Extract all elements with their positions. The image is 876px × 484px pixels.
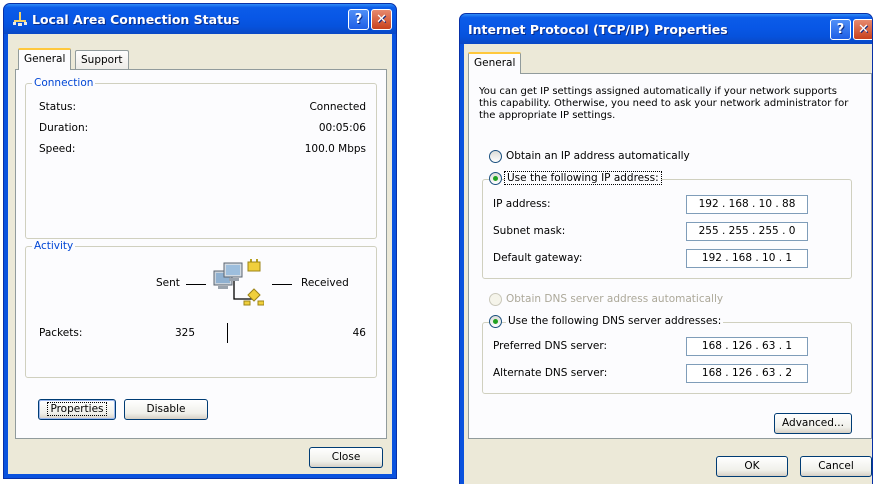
help-icon[interactable]: ?: [830, 19, 851, 40]
sent-label: Sent: [156, 277, 180, 289]
network-connection-icon: [12, 11, 28, 27]
general-tab-panel: You can get IP settings assigned automat…: [468, 73, 872, 439]
description-text: You can get IP settings assigned automat…: [479, 86, 849, 121]
default-gateway-label: Default gateway:: [493, 252, 583, 264]
received-label: Received: [301, 277, 349, 289]
tab-general[interactable]: General: [18, 48, 72, 70]
close-icon[interactable]: ✕: [853, 19, 872, 40]
close-icon[interactable]: ✕: [371, 9, 392, 30]
properties-button[interactable]: Properties: [38, 399, 116, 420]
disable-button[interactable]: Disable: [124, 399, 208, 420]
cancel-button[interactable]: Cancel: [800, 456, 872, 477]
activity-group: Activity Sent Received Packets: 325 46: [25, 240, 377, 378]
preferred-dns-field[interactable]: 168 . 126 . 63 . 1: [686, 337, 808, 356]
preferred-dns-label: Preferred DNS server:: [493, 340, 608, 352]
duration-label: Duration:: [39, 122, 89, 134]
alternate-dns-field[interactable]: 168 . 126 . 63 . 2: [686, 364, 808, 383]
use-dns-radio[interactable]: [489, 315, 502, 328]
properties-button-label: Properties: [47, 402, 107, 416]
window-title: Local Area Connection Status: [32, 12, 240, 27]
general-tab-panel: Connection Status: Connected Duration: 0…: [15, 69, 387, 439]
duration-value: 00:05:06: [318, 122, 366, 134]
connection-group-title: Connection: [32, 77, 96, 89]
sent-line: [186, 284, 206, 285]
advanced-button[interactable]: Advanced...: [774, 413, 852, 434]
status-titlebar[interactable]: Local Area Connection Status ? ✕: [4, 4, 396, 34]
default-gateway-field[interactable]: 192 . 168 . 10 . 1: [686, 249, 808, 268]
window-title: Internet Protocol (TCP/IP) Properties: [468, 22, 728, 37]
use-dns-label[interactable]: Use the following DNS server addresses:: [506, 315, 724, 327]
obtain-ip-label[interactable]: Obtain an IP address automatically: [506, 150, 690, 162]
packets-label: Packets:: [39, 327, 83, 339]
tab-support[interactable]: Support: [75, 50, 129, 70]
tcpip-titlebar[interactable]: Internet Protocol (TCP/IP) Properties ? …: [460, 14, 872, 44]
tab-general[interactable]: General: [468, 52, 522, 74]
activity-group-title: Activity: [32, 240, 76, 252]
speed-value: 100.0 Mbps: [304, 143, 366, 155]
obtain-dns-radio[interactable]: [489, 293, 502, 306]
received-line: [272, 284, 292, 285]
packets-sent-value: 325: [174, 327, 195, 339]
use-ip-label[interactable]: Use the following IP address:: [504, 171, 662, 185]
network-activity-icon: [210, 255, 265, 311]
tcpip-window: Internet Protocol (TCP/IP) Properties ? …: [459, 13, 873, 484]
status-label: Status:: [39, 101, 76, 113]
dns-group: [482, 322, 852, 394]
status-client-area: General Support Connection Status: Conne…: [8, 34, 392, 474]
obtain-dns-label[interactable]: Obtain DNS server address automatically: [506, 293, 723, 305]
help-icon[interactable]: ?: [348, 9, 369, 30]
ip-address-label: IP address:: [493, 198, 551, 210]
status-value: Connected: [309, 101, 366, 113]
status-window: Local Area Connection Status ? ✕ General…: [3, 3, 397, 479]
subnet-mask-field[interactable]: 255 . 255 . 255 . 0: [686, 222, 808, 241]
packets-received-value: 46: [352, 327, 366, 339]
obtain-ip-radio[interactable]: [489, 150, 502, 163]
ok-button[interactable]: OK: [716, 456, 788, 477]
speed-label: Speed:: [39, 143, 76, 155]
ip-address-field[interactable]: 192 . 168 . 10 . 88: [686, 195, 808, 214]
close-button[interactable]: Close: [309, 447, 383, 468]
subnet-mask-label: Subnet mask:: [493, 225, 566, 237]
packets-divider: [227, 323, 228, 343]
alternate-dns-label: Alternate DNS server:: [493, 367, 608, 379]
connection-group: Connection Status: Connected Duration: 0…: [25, 77, 377, 239]
use-ip-radio[interactable]: [489, 172, 502, 185]
tcpip-client-area: General You can get IP settings assigned…: [464, 44, 872, 484]
